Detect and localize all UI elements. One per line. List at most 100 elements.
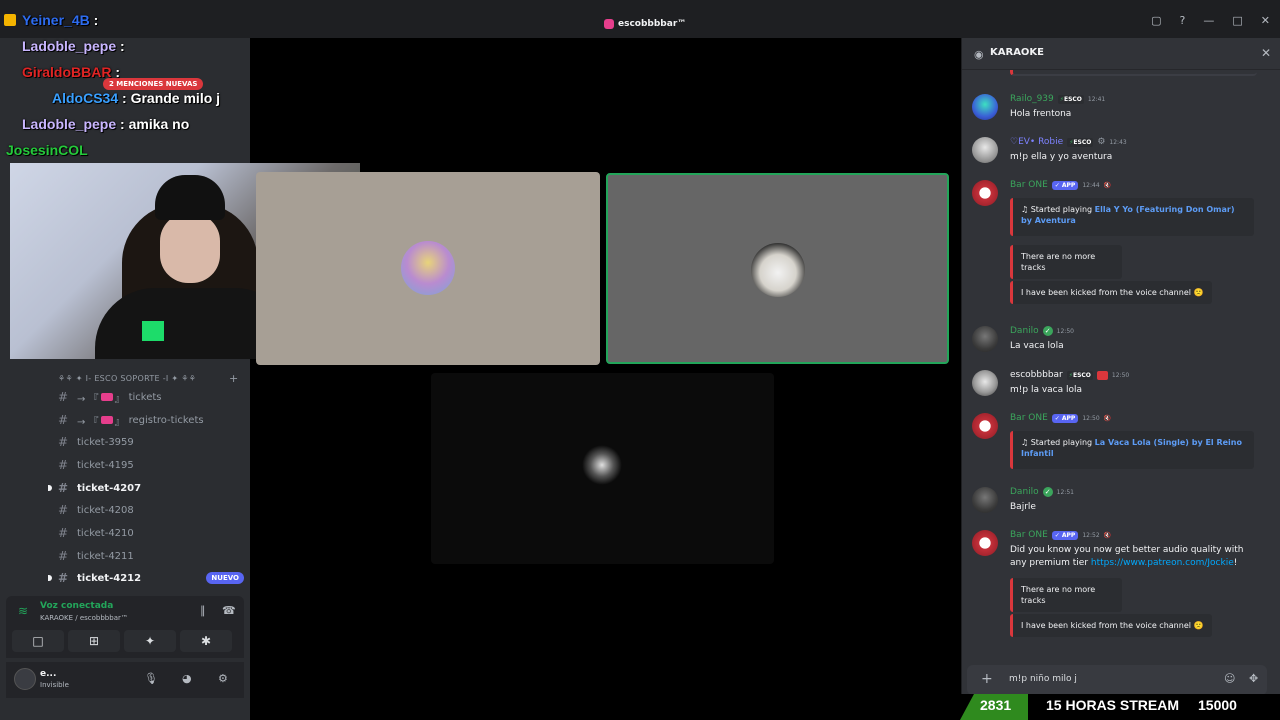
verified-icon: ✓ [1042,326,1053,336]
channel-name: ticket-4210 [77,527,134,539]
channel-name: tickets [128,391,162,403]
hash-icon: # [58,435,69,449]
message-input[interactable]: m!p niño milo j [1009,674,1077,684]
user-panel: e... Invisible 🎙 ◕ ⚙ [6,662,244,698]
mic-icon[interactable]: 🎙 [144,672,158,685]
avatar [582,445,622,485]
disconnect-icon[interactable]: ☎ [222,604,236,617]
voice-tile[interactable] [256,172,600,365]
avatar[interactable] [972,487,998,513]
message-input-box[interactable]: + m!p niño milo j ☺ ✥ [967,665,1267,695]
window-title-text: escobbbbar™ [618,19,687,29]
overlay-user: GiraldoBBAR [22,64,112,80]
message-author[interactable]: ♡EV• Robie [1010,137,1063,147]
soundboard-button[interactable]: ✱ [180,630,232,652]
message-author[interactable]: escobbbbar [1010,370,1063,380]
message-author[interactable]: Railo_939 [1010,94,1054,104]
overlay-user: JosesinCOL [6,142,88,158]
channel-item[interactable]: # ticket-3959 [58,432,244,452]
channel-item[interactable]: # ticket-4207 [48,478,244,498]
voice-tile-speaking[interactable] [606,173,949,364]
channel-suffix: 』 [114,416,125,428]
signal-icon[interactable]: ≋ [18,604,28,618]
apps-icon[interactable]: ✥ [1249,672,1258,685]
screen-share-icon: ⊞ [88,634,100,648]
emoji-icon [100,393,113,401]
avatar[interactable] [972,413,998,439]
notice-embed: There are no more tracks [1010,245,1122,279]
server-icon [604,19,614,29]
mute-icon: 🔇 [1103,531,1112,539]
chat-title: KARAOKE [990,47,1045,58]
channel-name: ticket-4212 [77,572,142,584]
avatar[interactable] [972,94,998,120]
emoji-icon[interactable]: ☺ [1224,672,1235,685]
channel-item[interactable]: # ticket-4195 [58,455,244,475]
user-name[interactable]: e... [40,669,56,679]
close-chat-icon[interactable]: ✕ [1261,46,1271,60]
now-playing-embed: ♫ Started playing Ella Y Yo (Featuring D… [1010,198,1254,236]
message-time: 12:41 [1087,95,1106,103]
message-time: 12:50 [1111,371,1130,379]
hash-icon: # [58,481,69,495]
overlay-sep: : [111,64,121,80]
message-author[interactable]: Danilo [1010,326,1039,336]
channel-prefix: → 『 [77,393,99,405]
avatar [401,241,455,295]
activities-button[interactable]: ✦ [124,630,176,652]
avatar[interactable] [972,530,998,556]
app-tag: ✓ APP [1051,180,1079,190]
mute-icon: 🔇 [1103,181,1112,189]
minimize-icon[interactable]: — [1203,14,1214,27]
channel-suffix: 』 [114,393,125,405]
webcam-shape [160,213,220,283]
hash-icon: # [58,390,69,404]
now-playing-embed: ♫ Started playing La Vaca Lola (Single) … [1010,431,1254,469]
avatar [751,243,805,297]
headphones-icon[interactable]: ◕ [182,672,192,685]
add-attachment-icon[interactable]: + [981,671,993,687]
overlay-user: Ladoble_pepe [22,116,117,132]
voice-channel[interactable]: KARAOKE / escobbbbar™ [40,614,128,622]
overlay-sep: : [116,38,125,54]
message-author[interactable]: Bar ONE [1010,180,1048,190]
avatar[interactable] [14,668,36,690]
video-icon [1096,370,1108,380]
camera-button[interactable]: □ [12,630,64,652]
channel-item[interactable]: # ticket-4212 NUEVO [48,568,244,588]
noise-suppression-icon[interactable]: ∥ [200,604,206,617]
channel-item[interactable]: # ticket-4210 [58,523,244,543]
server-tag: ⚡ESCO [1067,137,1094,147]
channel-item[interactable]: # → 『 』 registro-tickets [58,410,244,430]
close-window-icon[interactable]: ✕ [1261,14,1270,27]
notice-embed: There are no more tracks [1010,578,1122,612]
voice-status: Voz conectada [40,601,114,611]
category-header[interactable]: ⚘⚘ ✦ I- ESCO SOPORTE -I ✦ ⚘⚘ [58,374,196,383]
avatar[interactable] [972,370,998,396]
screen-share-button[interactable]: ⊞ [68,630,120,652]
app-tag: ✓ APP [1051,413,1079,423]
voice-tile[interactable] [431,373,774,564]
help-icon[interactable]: ? [1180,14,1186,27]
message-author[interactable]: Danilo [1010,487,1039,497]
patreon-link[interactable]: https://www.patreon.com/Jockie [1091,558,1234,568]
overlay-user: Ladoble_pepe [22,38,117,54]
webcam-shape [142,321,164,341]
settings-gear-icon[interactable]: ⚙ [218,672,228,685]
voice-text-chat: ◉ KARAOKE ✕ Railo_939 ⚡ESCO 12:41 Hola f… [961,38,1280,720]
channel-item[interactable]: # ticket-4208 [58,500,244,520]
notice-embed: I have been kicked from the voice channe… [1010,614,1212,637]
channel-item[interactable]: # ticket-4211 [58,546,244,566]
channel-item[interactable]: # → 『 』 tickets [58,387,244,407]
add-channel-icon[interactable]: + [229,372,238,385]
overlay-user: Yeiner_4B [22,12,90,28]
maximize-icon[interactable]: □ [1232,14,1242,27]
stream-counter-bar: 2831 15 HORAS STREAM 15000 [960,694,1280,720]
inbox-icon[interactable]: ▢ [1151,14,1161,27]
message-author[interactable]: Bar ONE [1010,413,1048,423]
avatar[interactable] [972,137,998,163]
message-author[interactable]: Bar ONE [1010,530,1048,540]
avatar[interactable] [972,326,998,352]
role-icon: ⚙ [1097,137,1106,147]
avatar[interactable] [972,180,998,206]
